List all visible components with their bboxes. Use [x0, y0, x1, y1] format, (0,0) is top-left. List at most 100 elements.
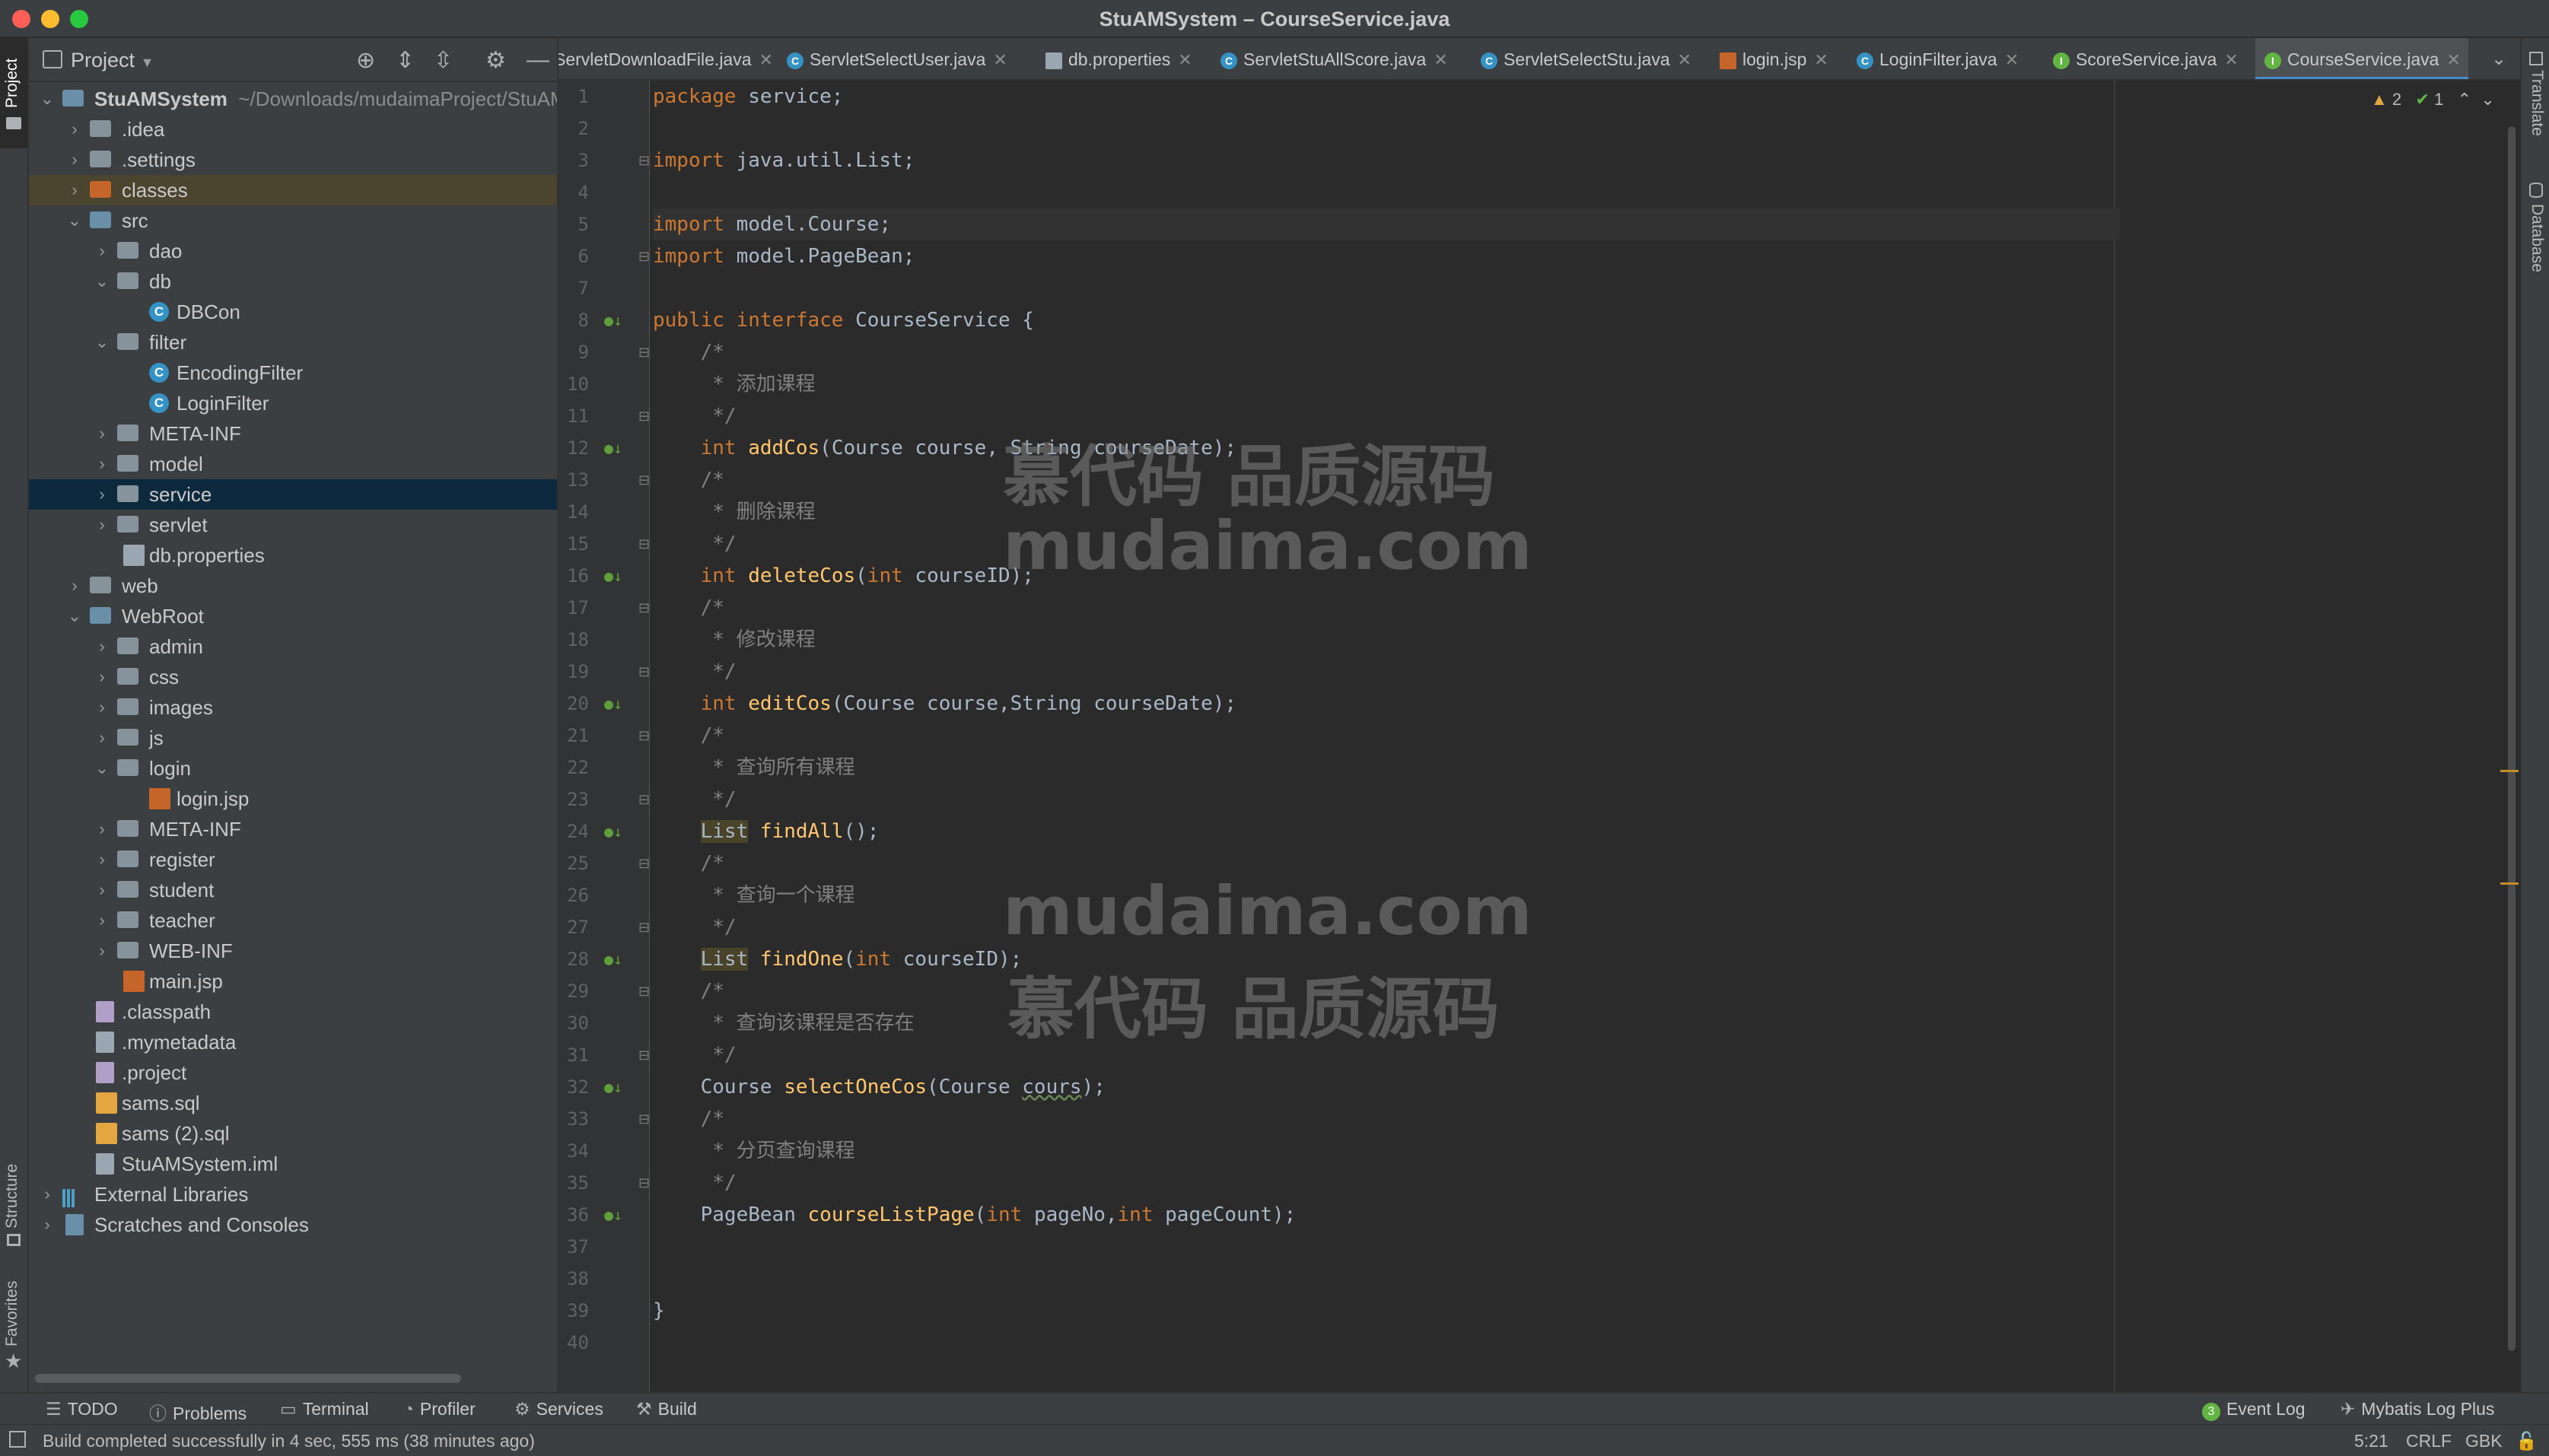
- tree-item-db-properties[interactable]: db.properties: [29, 540, 557, 571]
- file-encoding[interactable]: GBK: [2465, 1431, 2503, 1451]
- tree-root[interactable]: ⌄ StuAMSystem ~/Downloads/mudaimaProject…: [29, 84, 557, 114]
- fold-icon[interactable]: ⊟: [638, 784, 650, 815]
- fold-icon[interactable]: ⊟: [638, 1103, 650, 1135]
- fold-icon[interactable]: ⊟: [638, 592, 650, 624]
- fold-icon[interactable]: ⊟: [638, 528, 650, 560]
- collapse-all-icon[interactable]: ⇳: [434, 47, 453, 74]
- chevron-right-icon[interactable]: ›: [93, 236, 111, 266]
- implemented-marker-icon[interactable]: ●↓: [604, 1071, 622, 1103]
- error-stripe-mark[interactable]: [2500, 882, 2519, 885]
- tree-item-main-jsp[interactable]: main.jsp: [29, 966, 557, 997]
- fold-icon[interactable]: ⊟: [638, 336, 650, 368]
- tree-item-css[interactable]: › css: [29, 662, 557, 692]
- implemented-marker-icon[interactable]: ●↓: [604, 943, 622, 975]
- tree-item-js[interactable]: › js: [29, 723, 557, 753]
- close-icon[interactable]: ✕: [1678, 50, 1691, 69]
- close-icon[interactable]: ✕: [1814, 50, 1828, 69]
- chevron-up-icon[interactable]: ⌃: [2458, 90, 2471, 109]
- implemented-marker-icon[interactable]: ●↓: [604, 560, 622, 592]
- tree-item-admin[interactable]: › admin: [29, 631, 557, 662]
- tab-servlet-select-stu[interactable]: C ServletSelectStu.java ✕: [1481, 38, 1732, 79]
- locate-icon[interactable]: ⊕: [356, 47, 375, 74]
- fold-icon[interactable]: ⊟: [638, 911, 650, 943]
- chevron-right-icon[interactable]: ›: [65, 571, 84, 601]
- tree-item-dbcon[interactable]: C DBCon: [29, 297, 557, 327]
- tree-item-db[interactable]: ⌄ db: [29, 266, 557, 297]
- lock-icon[interactable]: 🔓: [2516, 1431, 2538, 1451]
- chevron-right-icon[interactable]: ›: [65, 114, 84, 145]
- close-icon[interactable]: ✕: [993, 50, 1007, 69]
- expand-all-icon[interactable]: ⇕: [396, 47, 415, 74]
- tree-item-mymetadata[interactable]: .mymetadata: [29, 1027, 557, 1057]
- tab-login-jsp[interactable]: login.jsp ✕: [1720, 38, 1872, 79]
- tree-item-images[interactable]: › images: [29, 692, 557, 723]
- fold-icon[interactable]: ⊟: [638, 464, 650, 496]
- close-icon[interactable]: ✕: [2005, 50, 2019, 69]
- project-view-selector[interactable]: Project ▼: [71, 49, 154, 72]
- fold-icon[interactable]: ⊟: [638, 145, 650, 176]
- chevron-down-icon[interactable]: ⌄: [93, 327, 111, 358]
- vertical-scrollbar[interactable]: [2508, 126, 2516, 1351]
- fold-icon[interactable]: ⊟: [638, 847, 650, 879]
- fold-icon[interactable]: ⊟: [638, 1039, 650, 1071]
- tree-item-filter[interactable]: ⌄ filter: [29, 327, 557, 358]
- toggle-tool-windows-icon[interactable]: [9, 1431, 26, 1448]
- tree-item-service[interactable]: › service: [29, 479, 557, 510]
- line-separator[interactable]: CRLF: [2406, 1431, 2452, 1451]
- close-icon[interactable]: ✕: [759, 50, 773, 69]
- chevron-right-icon[interactable]: ›: [93, 905, 111, 936]
- chevron-right-icon[interactable]: ›: [93, 692, 111, 723]
- tree-item-src-meta-inf[interactable]: › META-INF: [29, 418, 557, 449]
- tree-item-model[interactable]: › model: [29, 449, 557, 479]
- build-tool-button[interactable]: ⚒ Build: [636, 1399, 697, 1419]
- chevron-right-icon[interactable]: ›: [93, 723, 111, 753]
- close-icon[interactable]: ✕: [2224, 50, 2238, 69]
- error-stripe-mark[interactable]: [2500, 770, 2519, 772]
- tree-item-src[interactable]: ⌄ src: [29, 205, 557, 236]
- chevron-right-icon[interactable]: ›: [93, 510, 111, 540]
- tree-item-student[interactable]: › student: [29, 875, 557, 905]
- tab-servlet-download-file[interactable]: ServletDownloadFile.java ✕: [558, 38, 779, 79]
- chevron-down-icon[interactable]: ⌄: [2481, 90, 2494, 109]
- chevron-right-icon[interactable]: ›: [93, 418, 111, 449]
- tree-item-classes[interactable]: › classes: [29, 175, 557, 205]
- tree-item-loginfilter[interactable]: C LoginFilter: [29, 388, 557, 418]
- fold-icon[interactable]: ⊟: [638, 975, 650, 1007]
- hide-panel-icon[interactable]: —: [527, 47, 549, 73]
- fold-icon[interactable]: ⊟: [638, 720, 650, 752]
- tree-item-web-inf[interactable]: › WEB-INF: [29, 936, 557, 966]
- chevron-down-icon[interactable]: ⌄: [38, 84, 56, 114]
- implemented-marker-icon[interactable]: ●↓: [604, 1199, 622, 1231]
- tree-item-dao[interactable]: › dao: [29, 236, 557, 266]
- tree-item-webroot-meta-inf[interactable]: › META-INF: [29, 814, 557, 844]
- chevron-right-icon[interactable]: ›: [38, 1179, 56, 1210]
- tree-item-project[interactable]: .project: [29, 1057, 557, 1088]
- tree-item-web[interactable]: › web: [29, 571, 557, 601]
- chevron-right-icon[interactable]: ›: [65, 175, 84, 205]
- chevron-right-icon[interactable]: ›: [93, 814, 111, 844]
- tree-item-encodingfilter[interactable]: C EncodingFilter: [29, 358, 557, 388]
- terminal-tool-button[interactable]: ▭ Terminal: [280, 1399, 369, 1419]
- implemented-marker-icon[interactable]: ●↓: [604, 432, 622, 464]
- project-tool-tab[interactable]: Project: [0, 38, 27, 148]
- tree-item-classpath[interactable]: .classpath: [29, 997, 557, 1027]
- horizontal-scrollbar[interactable]: [35, 1374, 461, 1383]
- tree-item-external-libraries[interactable]: › External Libraries: [29, 1179, 557, 1210]
- tree-item-sams-2-sql[interactable]: sams (2).sql: [29, 1118, 557, 1149]
- close-icon[interactable]: ✕: [1178, 50, 1192, 69]
- tab-course-service[interactable]: I CourseService.java ✕: [2255, 38, 2468, 79]
- gear-icon[interactable]: ⚙: [485, 47, 506, 74]
- close-icon[interactable]: ✕: [2446, 50, 2460, 69]
- code-editor[interactable]: 1 2 3 4 5 6 7 8 9 10 11 12 13 14 15 16 1…: [558, 81, 2520, 1392]
- caret-position[interactable]: 5:21: [2354, 1431, 2388, 1451]
- implemented-marker-icon[interactable]: ●↓: [604, 688, 622, 720]
- tab-overflow-chevron-down-icon[interactable]: ⌄: [2491, 38, 2520, 79]
- fold-icon[interactable]: ⊟: [638, 240, 650, 272]
- chevron-right-icon[interactable]: ›: [65, 145, 84, 175]
- mybatis-log-tool-button[interactable]: ✈ Mybatis Log Plus: [2341, 1399, 2494, 1419]
- tree-item-idea[interactable]: › .idea: [29, 114, 557, 145]
- tree-item-webroot[interactable]: ⌄ WebRoot: [29, 601, 557, 631]
- tab-score-service[interactable]: I ScoreService.java ✕: [2053, 38, 2258, 79]
- fold-icon[interactable]: ⊟: [638, 1167, 650, 1199]
- tree-item-teacher[interactable]: › teacher: [29, 905, 557, 936]
